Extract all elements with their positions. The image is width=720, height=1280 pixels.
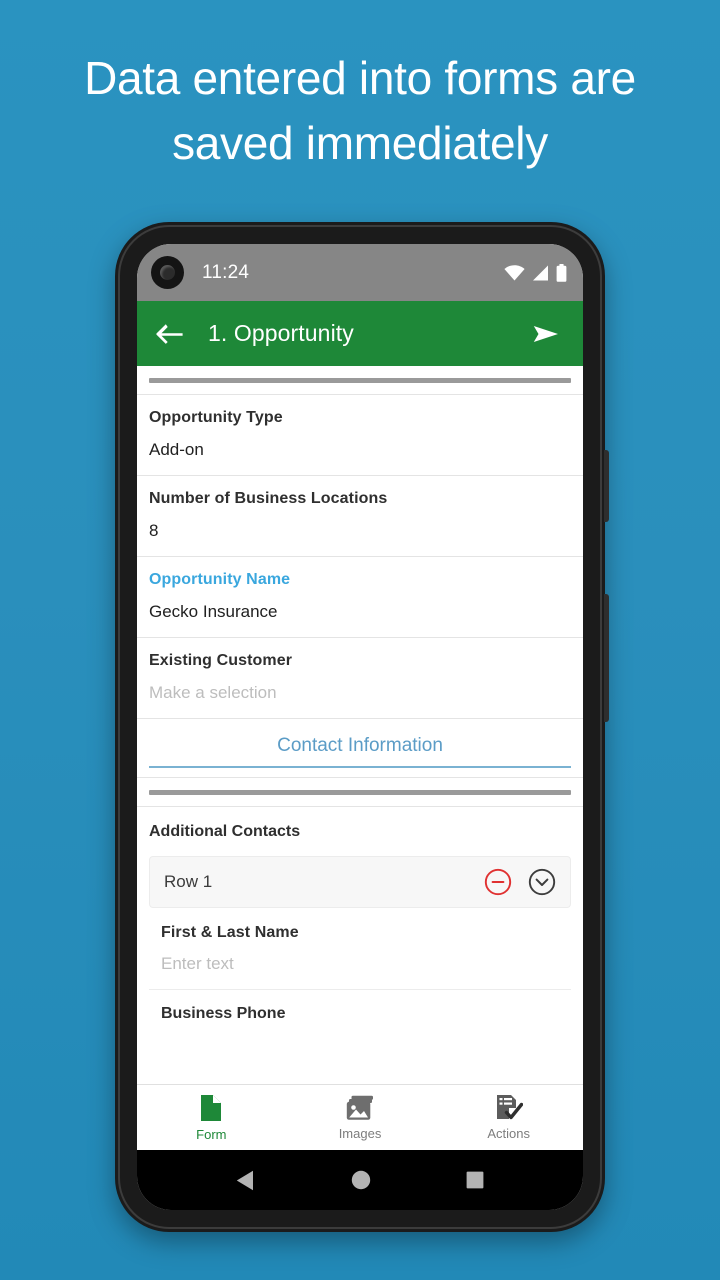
section-divider-top — [137, 366, 583, 395]
arrow-left-icon[interactable] — [155, 323, 184, 345]
section-header-label: Contact Information — [149, 735, 571, 768]
document-icon — [198, 1094, 224, 1122]
square-recents-icon[interactable] — [466, 1171, 484, 1189]
phone-device: 11:24 1. Opportunity Opportunity Type Ad… — [115, 222, 609, 1232]
field-placeholder: Enter text — [161, 954, 234, 973]
nav-item-images[interactable]: Images — [286, 1095, 435, 1141]
nested-field-business-phone-label: Business Phone — [161, 1005, 286, 1022]
form-field-opportunity-type[interactable]: Opportunity Type Add-on — [137, 395, 583, 476]
form-field-existing-customer[interactable]: Existing Customer Make a selection — [137, 638, 583, 719]
nav-label: Images — [338, 1125, 382, 1141]
status-icons — [504, 263, 567, 282]
wifi-icon — [504, 264, 525, 281]
field-value: 8 — [149, 521, 159, 540]
nav-label: Actions — [487, 1126, 530, 1141]
field-label: First & Last Name — [161, 924, 299, 941]
form-content[interactable]: Opportunity Type Add-on Number of Busine… — [137, 366, 583, 1084]
section-header-contact-information: Contact Information — [137, 719, 583, 778]
circle-home-icon[interactable] — [351, 1170, 371, 1190]
app-bar-title: 1. Opportunity — [208, 320, 354, 346]
system-navigation-bar — [137, 1150, 583, 1210]
page-title: Data entered into forms are saved immedi… — [84, 52, 636, 170]
nav-item-actions[interactable]: Actions — [434, 1094, 583, 1141]
nav-item-form[interactable]: Form — [137, 1094, 286, 1142]
app-bar: 1. Opportunity — [137, 301, 583, 366]
field-label: Opportunity Name — [149, 571, 291, 588]
additional-contacts-label: Additional Contacts — [149, 823, 301, 840]
nav-label: Form — [196, 1126, 227, 1142]
form-field-number-of-business-locations[interactable]: Number of Business Locations 8 — [137, 476, 583, 557]
field-value: Add-on — [149, 440, 204, 459]
send-arrow-icon[interactable] — [533, 323, 563, 345]
images-icon — [346, 1095, 374, 1121]
field-label: Existing Customer — [149, 652, 293, 669]
chevron-down-circle-icon[interactable] — [528, 868, 556, 896]
section-divider-contacts — [137, 778, 583, 807]
status-time: 11:24 — [202, 261, 250, 283]
power-button[interactable] — [604, 450, 609, 522]
front-camera-icon — [151, 256, 184, 289]
field-placeholder: Make a selection — [149, 683, 277, 702]
cellular-signal-icon — [532, 265, 549, 281]
field-value: Gecko Insurance — [149, 602, 278, 621]
triangle-back-icon[interactable] — [236, 1170, 256, 1191]
volume-button[interactable] — [604, 594, 609, 722]
checklist-icon — [495, 1094, 523, 1121]
minus-circle-icon[interactable] — [484, 868, 512, 896]
field-label: Number of Business Locations — [149, 490, 388, 507]
status-bar: 11:24 — [137, 244, 583, 301]
phone-screen: 11:24 1. Opportunity Opportunity Type Ad… — [137, 244, 583, 1210]
contact-row-1[interactable]: Row 1 — [149, 856, 571, 908]
battery-icon — [556, 263, 567, 282]
nested-field-first-last-name[interactable]: First & Last Name Enter text — [149, 908, 571, 990]
bottom-navigation: Form Images Actions — [137, 1084, 583, 1150]
field-label: Opportunity Type — [149, 409, 283, 426]
form-field-opportunity-name[interactable]: Opportunity Name Gecko Insurance — [137, 557, 583, 638]
row-label: Row 1 — [164, 872, 213, 891]
